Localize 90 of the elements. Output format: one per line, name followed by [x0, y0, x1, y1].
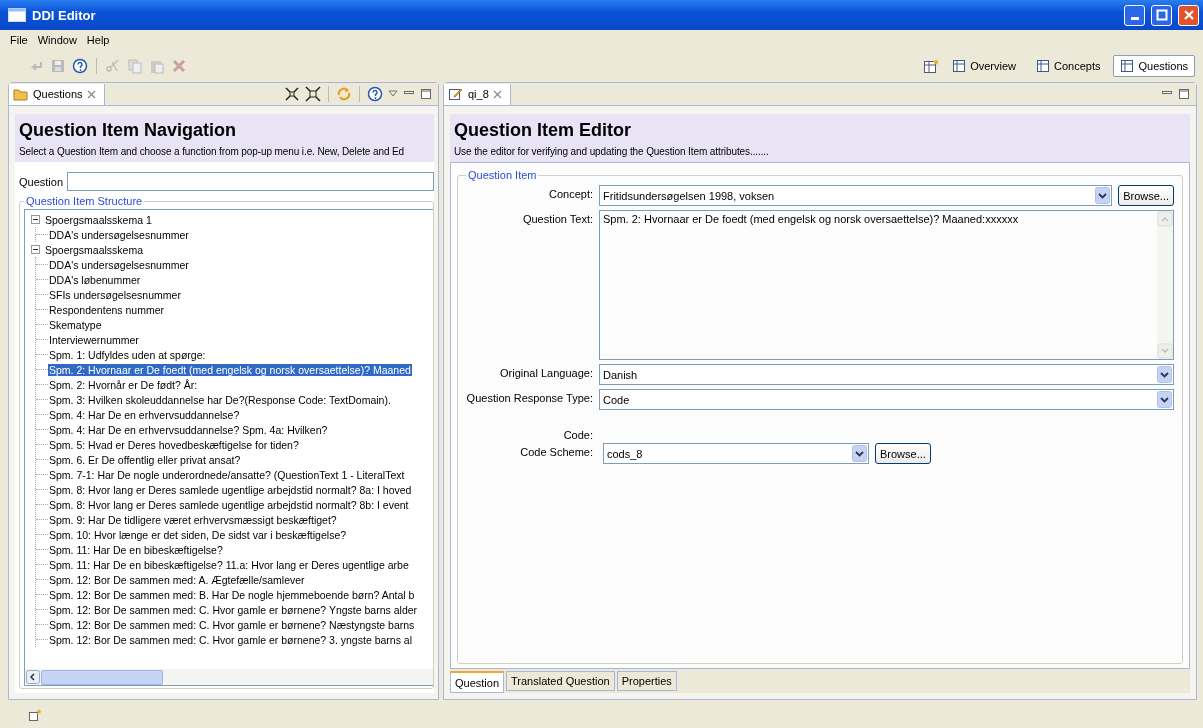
tree-item[interactable]: Spoergsmaalsskema: [44, 243, 145, 256]
table-icon: [952, 59, 967, 73]
field-label: Code Scheme:: [519, 445, 593, 458]
field-label: Code:: [562, 428, 593, 441]
help-icon[interactable]: [367, 86, 383, 102]
form-title: Question Item Navigation: [19, 120, 238, 141]
tree-item[interactable]: Spm. 1: Udfyldes uden at spørge:: [48, 348, 207, 361]
close-icon: [1182, 9, 1195, 21]
help-icon[interactable]: [72, 58, 88, 74]
field-label: Question Response Type:: [466, 391, 593, 404]
field-label: Question Text:: [521, 212, 593, 225]
tree-item[interactable]: Spm. 12: Bor De sammen med: A. Ægtefælle/samlever: [48, 573, 306, 586]
view-tab[interactable]: Questions: [9, 83, 105, 105]
tree-item[interactable]: Spm. 3: Hvilken skoleuddannelse har De?(Response Code: TextDomain).: [48, 393, 392, 406]
tree-item[interactable]: DDA's løbenummer: [48, 273, 142, 286]
scroll-left-icon[interactable]: [26, 670, 40, 684]
tree-item[interactable]: Spm. 9: Har De tidligere været erhvervsmæssigt beskæftiget?: [48, 513, 338, 526]
dropdown[interactable]: Danish: [599, 364, 1174, 385]
tree-item[interactable]: DDA's undersøgelsesnummer: [48, 228, 190, 241]
vertical-scrollbar[interactable]: [1157, 211, 1173, 359]
tree-item[interactable]: Spm. 7-1: Har De nogle underordnede/ansatte? (QuestionText 1 - LiteralText: [48, 468, 406, 481]
window-title: DDI Editor: [32, 7, 96, 23]
field-label: Original Language:: [499, 366, 593, 379]
browse-button[interactable]: Browse...: [875, 443, 931, 464]
dropdown[interactable]: Fritidsundersøgelsen 1998, voksen: [599, 185, 1113, 206]
perspective-button[interactable]: Overview: [945, 55, 1023, 77]
tree-item[interactable]: Spm. 4: Har De en erhvervsuddannelse? Spm. 4a: Hvilken?: [48, 423, 329, 436]
field-label: Question: [19, 175, 64, 188]
collapse-toggle-icon[interactable]: [31, 245, 40, 254]
maximize-icon[interactable]: [1178, 88, 1190, 100]
dropdown[interactable]: cods_8: [603, 443, 869, 464]
expand-all-icon[interactable]: [284, 86, 300, 102]
tree-item[interactable]: Skematype: [48, 318, 103, 331]
group-title: Question Item: [467, 169, 538, 181]
field-label: Concept:: [547, 187, 593, 200]
question-field[interactable]: [67, 172, 434, 191]
tree-item[interactable]: Spm. 6. Er De offentlig eller privat ansat?: [48, 453, 242, 466]
browse-button[interactable]: Browse...: [1118, 185, 1174, 206]
close-icon[interactable]: [86, 89, 96, 99]
window-icon: [8, 8, 26, 22]
collapse-all-icon[interactable]: [305, 86, 321, 102]
table-icon: [1120, 59, 1135, 73]
menu-item[interactable]: File: [10, 34, 28, 46]
horizontal-scrollbar[interactable]: [25, 669, 433, 685]
page-tab[interactable]: Properties: [616, 671, 677, 691]
tree-item[interactable]: Spoergsmaalsskema 1: [44, 213, 153, 226]
form-description: Use the editor for verifying and updating the Question Item attributes.......: [454, 146, 770, 157]
tree-item[interactable]: Spm. 12: Bor De sammen med: B. Har De nogle hjemmeboende børn? Antal b: [48, 588, 416, 601]
tree-item[interactable]: Spm. 12: Bor De sammen med: C. Hvor gamle er børnene? Næstyngste barns: [48, 618, 416, 631]
question-text-area[interactable]: Spm. 2: Hvornaar er De foedt (med engelsk og norsk oversaettelse)? Maaned:xxxxxx: [599, 210, 1174, 360]
tree-item[interactable]: Spm. 12: Bor De sammen med: C. Hvor gamle er børnene? 3. yngste barns al: [48, 633, 413, 646]
tree-item[interactable]: Spm. 5: Hvad er Deres hovedbeskæftigelse for tiden?: [48, 438, 300, 451]
page-tab[interactable]: Question: [450, 671, 505, 693]
maximize-button[interactable]: [1151, 4, 1172, 26]
perspective-button[interactable]: Questions: [1113, 55, 1195, 77]
page-tab[interactable]: Translated Question: [506, 671, 615, 691]
tree-item[interactable]: Respondentens nummer: [48, 303, 165, 316]
tree-item[interactable]: Spm. 8: Hvor lang er Deres samlede ugentlige arbejdstid normalt? 8b: I event: [48, 498, 410, 511]
tree-item[interactable]: Spm. 4: Har De en erhvervsuddannelse?: [48, 408, 241, 421]
tree-item[interactable]: Spm. 10: Hvor længe er det siden, De sidst var i beskæftigelse?: [48, 528, 348, 541]
form-description: Select a Question Item and choose a function from pop-up menu i.e. New, Delete and Ed: [19, 146, 406, 157]
tree-item[interactable]: Spm. 2: Hvornår er De født? År:: [48, 378, 199, 391]
folder-icon: [13, 87, 29, 101]
menu-item[interactable]: Help: [86, 34, 110, 46]
minimize-button[interactable]: [1124, 4, 1145, 26]
tree-item[interactable]: SFIs undersøgelsesnummer: [48, 288, 182, 301]
close-icon[interactable]: [492, 89, 502, 99]
maximize-icon[interactable]: [420, 88, 432, 100]
editor-tab[interactable]: qi_8: [444, 83, 511, 105]
edit-icon: [448, 87, 464, 101]
tree-item[interactable]: Interviewernummer: [48, 333, 140, 346]
open-perspective-icon[interactable]: [923, 58, 940, 74]
fast-view-icon[interactable]: [28, 708, 42, 722]
collapse-toggle-icon[interactable]: [31, 215, 40, 224]
tree-item[interactable]: Spm. 2: Hvornaar er De foedt (med engelsk og norsk oversaettelse)? Maaned: [48, 363, 412, 376]
perspective-button[interactable]: Concepts: [1029, 55, 1108, 77]
tree-item[interactable]: Spm. 8: Hvor lang er Deres samlede ugentlige arbejdstid normalt? 8a: I hoved: [48, 483, 413, 496]
tree-item[interactable]: DDA's undersøgelsesnummer: [48, 258, 190, 271]
minimize-icon: [1130, 17, 1139, 20]
view-menu-icon[interactable]: [388, 90, 398, 98]
tree-item[interactable]: Spm. 11: Har De en bibeskæftigelse?: [48, 543, 224, 556]
group-title: Question Item Structure: [25, 195, 144, 207]
table-icon: [1036, 59, 1050, 73]
maximize-icon: [1155, 9, 1168, 21]
menu-item[interactable]: Window: [37, 34, 77, 46]
tree-item[interactable]: Spm. 11: Har De en bibeskæftigelse? 11.a: Hvor lang er Deres ugentlige arbe: [48, 558, 410, 571]
close-button[interactable]: [1178, 4, 1199, 26]
tree-item[interactable]: Spm. 12: Bor De sammen med: C. Hvor gamle er børnene? Yngste barns alder: [48, 603, 419, 616]
form-title: Question Item Editor: [454, 120, 632, 141]
dropdown[interactable]: Code: [599, 389, 1174, 410]
